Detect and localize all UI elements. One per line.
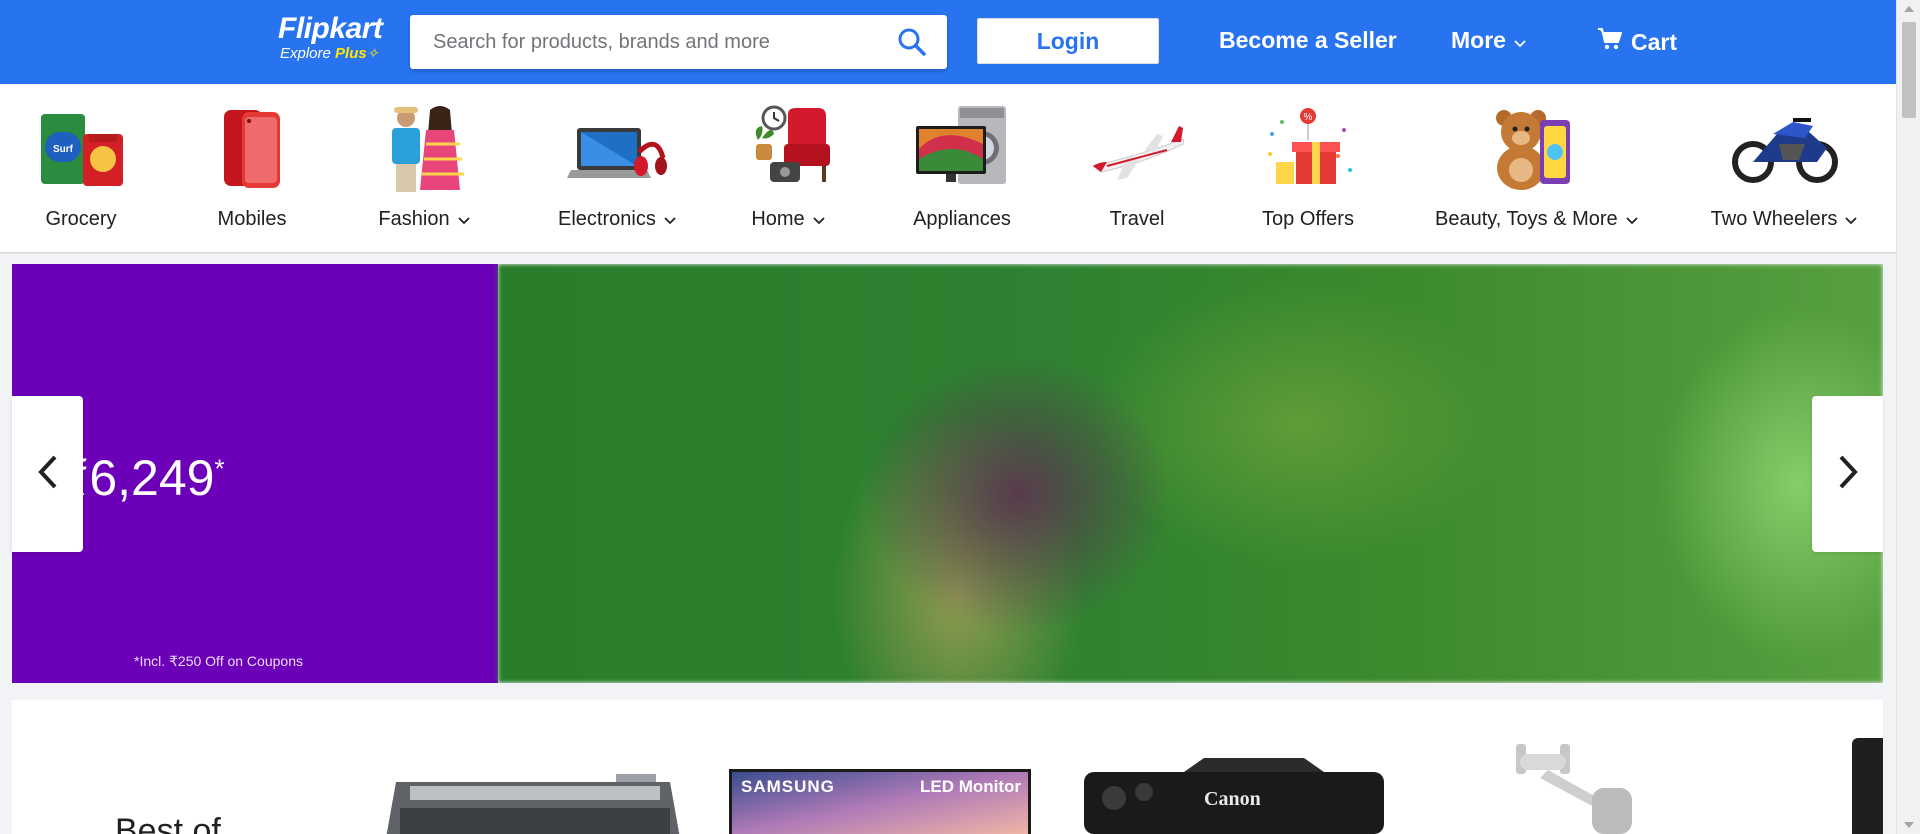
banner-promo-panel: 499 m ₹6,249* *Incl. ₹250 Off on Coupons [12, 264, 498, 683]
logo-wordmark: Flipkart [278, 12, 383, 45]
category-travel[interactable]: Travel [1087, 104, 1187, 231]
category-label: Travel [1109, 208, 1165, 230]
category-strip: Surf Grocery Mobiles Fashion Electronics… [0, 84, 1896, 252]
category-label: Top Offers [1262, 208, 1354, 230]
hero-banner[interactable]: 499 m ₹6,249* *Incl. ₹250 Off on Coupons [12, 264, 1883, 683]
category-fashion[interactable]: Fashion [374, 104, 474, 231]
product-camera[interactable]: Canon [1084, 758, 1384, 834]
banner-price-asterisk: * [214, 453, 225, 484]
teddy-bear-icon [1436, 104, 1636, 194]
search-bar [410, 15, 947, 69]
monitor-brand: SAMSUNG [741, 777, 835, 796]
home-furniture-icon [738, 104, 838, 194]
chevron-down-icon [1845, 208, 1857, 231]
category-label: Grocery [45, 208, 117, 230]
logo-tagline-explore: Explore [280, 45, 331, 62]
grocery-icon: Surf [31, 104, 131, 194]
category-label: Mobiles [217, 208, 287, 230]
category-beauty-toys-more[interactable]: Beauty, Toys & More [1435, 104, 1638, 231]
gift-icon: % [1258, 104, 1358, 194]
chevron-down-icon [813, 208, 825, 231]
airplane-icon [1087, 104, 1187, 194]
category-label: Fashion [378, 208, 450, 230]
category-two-wheelers[interactable]: Two Wheelers [1709, 104, 1859, 231]
search-input[interactable] [410, 15, 880, 69]
banner-prev-button[interactable] [12, 396, 83, 552]
scroll-up-icon[interactable] [1904, 6, 1914, 12]
category-label: Beauty, Toys & More [1435, 208, 1618, 230]
chevron-left-icon [37, 454, 59, 495]
category-mobiles[interactable]: Mobiles [202, 104, 302, 231]
category-label: Home [751, 208, 805, 230]
product-monitor[interactable]: SAMSUNG LED Monitor [729, 769, 1031, 834]
banner-coupon-note: *Incl. ₹250 Off on Coupons [134, 653, 303, 669]
flipkart-logo[interactable]: Flipkart Explore Plus✧ [278, 12, 383, 63]
svg-text:%: % [1304, 112, 1313, 123]
printer-icon [386, 774, 680, 834]
fashion-icon [374, 104, 474, 194]
section-title: Best of [115, 812, 221, 834]
chevron-down-icon [664, 208, 676, 231]
mobile-phone-icon [202, 104, 302, 194]
more-label: More [1451, 27, 1506, 53]
appliances-icon [912, 104, 1012, 194]
scrollbar-thumb[interactable] [1902, 22, 1916, 118]
category-label: Appliances [913, 208, 1011, 230]
search-icon[interactable] [897, 27, 929, 59]
page-scrollbar[interactable] [1896, 0, 1920, 834]
category-label: Two Wheelers [1710, 208, 1838, 230]
banner-image [498, 264, 1883, 683]
logo-tagline-plus: Plus [335, 45, 367, 62]
cart-label: Cart [1631, 28, 1678, 55]
product-gimbal[interactable] [1500, 738, 1670, 834]
chevron-down-icon [1626, 208, 1638, 231]
best-of-section: Best of SAMSUNG LED Monitor Canon [12, 700, 1883, 834]
motorcycle-icon [1709, 104, 1859, 194]
product-printer[interactable] [380, 768, 690, 834]
more-menu[interactable]: More [1451, 27, 1526, 54]
become-seller-label: Become a Seller [1219, 27, 1397, 53]
chevron-down-icon [1514, 27, 1526, 54]
banner-next-button[interactable] [1812, 396, 1883, 552]
cart-link[interactable]: Cart [1597, 27, 1677, 57]
gimbal-icon [1516, 744, 1632, 834]
scroll-down-icon[interactable] [1904, 822, 1914, 828]
monitor-tag: LED Monitor [920, 777, 1022, 796]
category-grocery[interactable]: Surf Grocery [31, 104, 131, 231]
logo-tagline: Explore Plus✧ [280, 44, 382, 63]
chevron-right-icon [1837, 454, 1859, 495]
top-header: Flipkart Explore Plus✧ Login Become a Se… [0, 0, 1896, 84]
product-partial[interactable] [1852, 738, 1883, 834]
category-electronics[interactable]: Electronics [558, 104, 676, 231]
plus-star-icon: ✧ [366, 45, 379, 61]
become-seller-link[interactable]: Become a Seller [1219, 27, 1397, 54]
svg-text:Surf: Surf [53, 144, 74, 155]
cart-icon [1597, 27, 1623, 57]
camera-brand: Canon [1204, 788, 1261, 810]
chevron-down-icon [457, 208, 470, 231]
laptop-icon [566, 104, 667, 194]
category-home[interactable]: Home [738, 104, 838, 231]
category-label: Electronics [558, 208, 656, 230]
login-button[interactable]: Login [977, 18, 1159, 64]
category-appliances[interactable]: Appliances [912, 104, 1012, 231]
category-top-offers[interactable]: % Top Offers [1258, 104, 1358, 231]
